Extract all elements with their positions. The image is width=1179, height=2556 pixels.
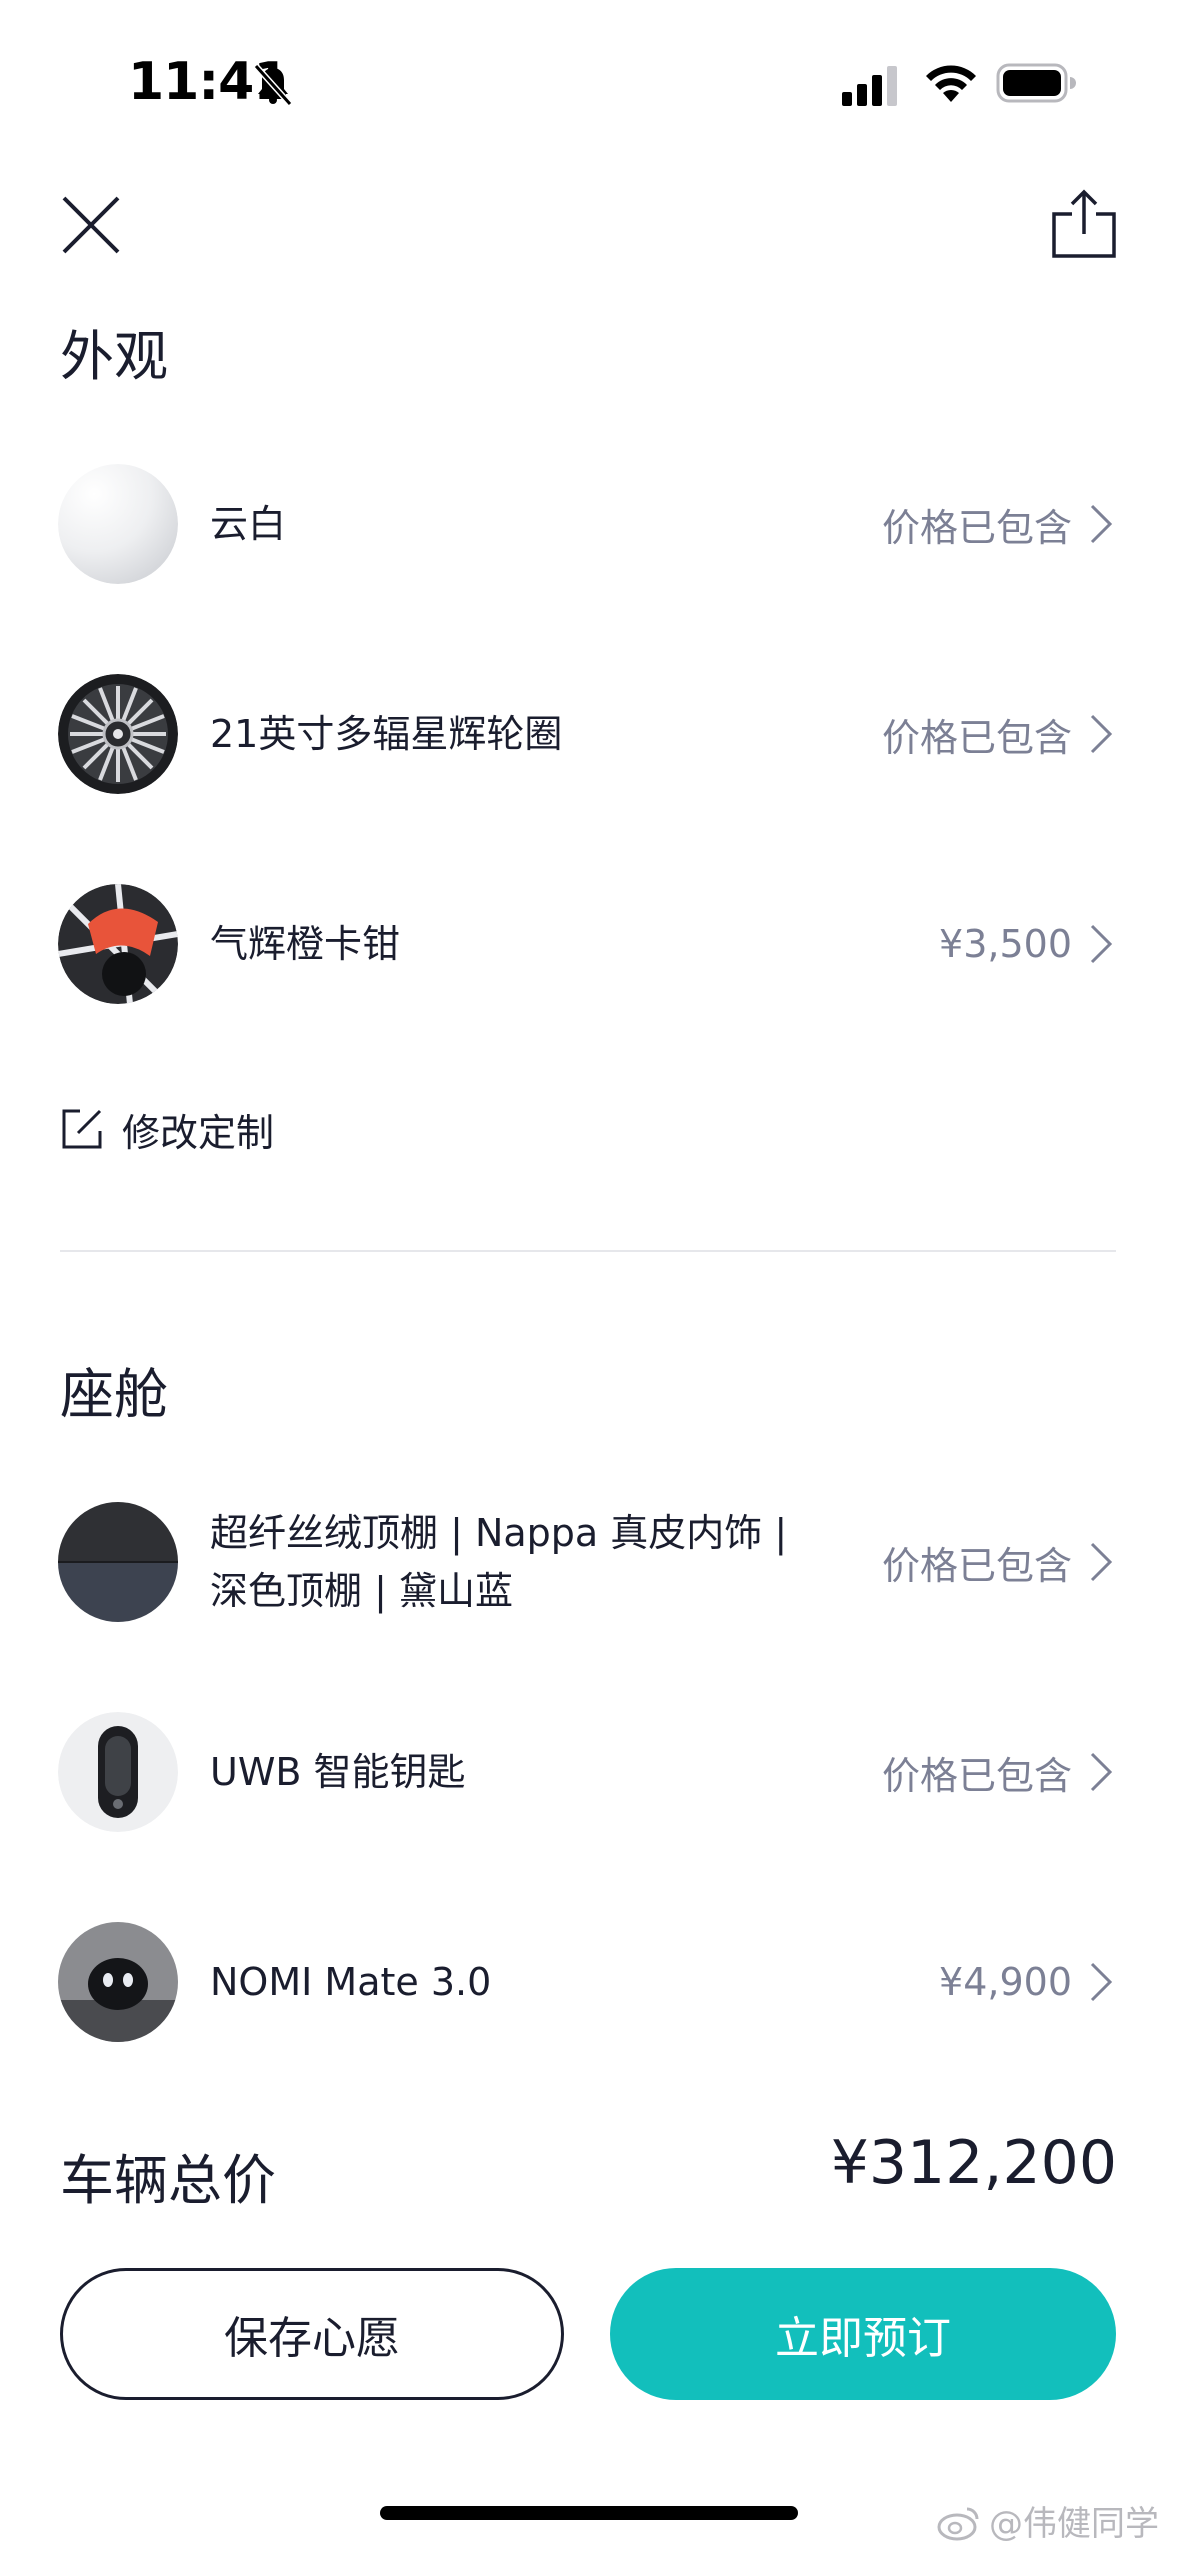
chevron-right-icon [1090,504,1113,544]
edit-customization-label: 修改定制 [122,1110,275,1155]
status-bar: 11:41 [0,0,1179,170]
option-row-uwb-key[interactable]: UWB 智能钥匙 价格已包含 [58,1710,1114,1834]
chevron-right-icon [1090,924,1113,964]
chevron-right-icon [1090,714,1113,754]
option-row-paint[interactable]: 云白 价格已包含 [58,462,1114,586]
uwb-key-thumbnail [58,1712,178,1832]
watermark-text: @伟健同学 [989,2504,1159,2544]
interior-thumbnail [58,1502,178,1622]
option-name: UWB 智能钥匙 [210,1750,466,1794]
option-price: ¥4,900 [939,1960,1072,2004]
cabin-section-title: 座舱 [60,1363,168,1426]
option-name-line-2: 深色顶棚 | 黛山蓝 [210,1569,513,1613]
home-indicator [380,2506,798,2520]
option-name: 超纤丝绒顶棚 | Nappa 真皮内饰 | 深色顶棚 | 黛山蓝 [210,1504,882,1620]
paint-color-swatch [58,464,178,584]
cellular-signal-icon [842,66,897,106]
weibo-icon [937,2507,979,2540]
nomi-mate-thumbnail [58,1922,178,2042]
share-button[interactable] [1050,188,1118,260]
option-price: ¥3,500 [939,922,1072,966]
save-wishlist-button[interactable]: 保存心愿 [60,2268,564,2400]
brake-caliper-thumbnail [58,884,178,1004]
bell-muted-icon [253,63,293,107]
option-name: 云白 [210,502,287,546]
option-row-brake-caliper[interactable]: 气辉橙卡钳 ¥3,500 [58,882,1114,1006]
battery-icon [996,63,1076,103]
option-price: 价格已包含 [881,715,1072,760]
option-price: 价格已包含 [881,1543,1072,1588]
wheel-thumbnail [58,674,178,794]
watermark: @伟健同学 [935,2496,1159,2545]
chevron-right-icon [1090,1542,1113,1582]
option-name-line-1: 超纤丝绒顶棚 | Nappa 真皮内饰 | [210,1511,788,1555]
chevron-right-icon [1090,1962,1113,2002]
section-divider [60,1250,1116,1252]
option-name: 气辉橙卡钳 [210,922,401,966]
option-price: 价格已包含 [881,1753,1072,1798]
total-price-value: ¥312,200 [830,2128,1117,2198]
option-name: NOMI Mate 3.0 [210,1960,492,2004]
chevron-right-icon [1090,1752,1113,1792]
order-now-button[interactable]: 立即预订 [610,2268,1116,2400]
option-price: 价格已包含 [881,505,1072,550]
total-price-label: 车辆总价 [60,2149,276,2212]
close-button[interactable] [58,192,124,258]
exterior-section-title: 外观 [60,325,168,388]
wifi-icon [926,65,976,102]
edit-icon [62,1109,102,1149]
option-row-wheels[interactable]: 21英寸多辐星辉轮圈 价格已包含 [58,672,1114,796]
edit-customization-link[interactable]: 修改定制 [60,1104,275,1155]
option-row-interior[interactable]: 超纤丝绒顶棚 | Nappa 真皮内饰 | 深色顶棚 | 黛山蓝 价格已包含 [58,1500,1114,1624]
option-row-nomi-mate[interactable]: NOMI Mate 3.0 ¥4,900 [58,1920,1114,2044]
option-name: 21英寸多辐星辉轮圈 [210,712,563,756]
